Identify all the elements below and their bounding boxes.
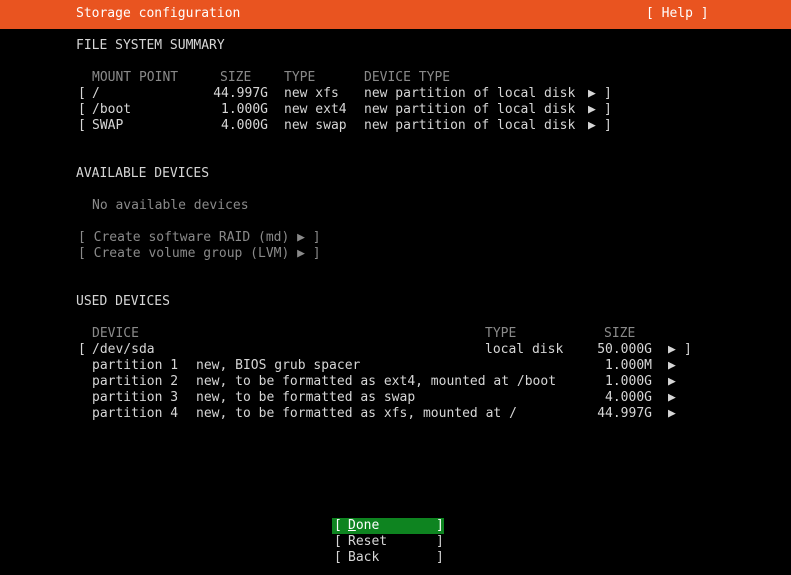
col-device-type: DEVICE TYPE bbox=[364, 70, 451, 85]
partition-size: 1.000M bbox=[605, 358, 652, 373]
col-size: SIZE bbox=[220, 70, 252, 85]
disk-menu-arrow-icon[interactable]: ▶ bbox=[668, 342, 676, 358]
reset-button[interactable]: [ Reset ] bbox=[332, 534, 444, 550]
partition-desc: new, to be formatted as swap bbox=[196, 390, 416, 405]
partition-desc: new, to be formatted as ext4, mounted at… bbox=[196, 374, 557, 389]
done-open-bracket: [ bbox=[334, 518, 342, 533]
row-close-bracket: ] bbox=[604, 86, 612, 101]
partition-desc: new, BIOS grub spacer bbox=[196, 358, 361, 373]
row-open-bracket: [ bbox=[78, 102, 86, 117]
row-close-bracket: ] bbox=[604, 118, 612, 133]
row-size: 4.000G bbox=[221, 118, 268, 133]
col-type: TYPE bbox=[284, 70, 316, 85]
page-title: Storage configuration bbox=[76, 6, 241, 21]
done-close-bracket: ] bbox=[436, 518, 444, 533]
row-open-bracket: [ bbox=[78, 118, 86, 133]
row-type: new swap bbox=[284, 118, 347, 133]
partition-menu-arrow-icon[interactable]: ▶ bbox=[668, 406, 676, 422]
partition-menu-arrow-icon[interactable]: ▶ bbox=[668, 390, 676, 406]
help-button[interactable]: [ Help ] bbox=[646, 6, 709, 22]
reset-open-bracket: [ bbox=[334, 534, 342, 549]
row-menu-arrow-icon[interactable]: ▶ bbox=[588, 86, 596, 102]
row-device-type: new partition of local disk bbox=[364, 118, 576, 133]
row-mount: SWAP bbox=[92, 118, 124, 133]
partition-name: partition 4 bbox=[92, 406, 179, 421]
partition-size: 4.000G bbox=[605, 390, 652, 405]
disk-close-bracket: ] bbox=[684, 342, 692, 357]
available-devices-heading: AVAILABLE DEVICES bbox=[76, 166, 210, 181]
partition-menu-arrow-icon[interactable]: ▶ bbox=[668, 358, 676, 374]
row-open-bracket: [ bbox=[78, 86, 86, 101]
disk-size: 50.000G bbox=[597, 342, 652, 357]
row-size: 44.997G bbox=[213, 86, 268, 101]
row-device-type: new partition of local disk bbox=[364, 86, 576, 101]
row-device-type: new partition of local disk bbox=[364, 102, 576, 117]
back-open-bracket: [ bbox=[334, 550, 342, 565]
done-button[interactable]: [ Done ] bbox=[332, 518, 444, 534]
create-raid-button[interactable]: [ Create software RAID (md) ▶ ] bbox=[78, 230, 321, 246]
col-device: DEVICE bbox=[92, 326, 139, 341]
done-label: one bbox=[355, 518, 380, 533]
partition-name: partition 1 bbox=[92, 358, 179, 373]
row-type: new ext4 bbox=[284, 102, 347, 117]
used-devices-heading: USED DEVICES bbox=[76, 294, 170, 309]
partition-name: partition 2 bbox=[92, 374, 179, 389]
partition-size: 44.997G bbox=[597, 406, 652, 421]
disk-open-bracket: [ bbox=[78, 342, 86, 357]
fs-summary-heading: FILE SYSTEM SUMMARY bbox=[76, 38, 225, 53]
row-mount: / bbox=[92, 86, 100, 101]
row-menu-arrow-icon[interactable]: ▶ bbox=[588, 102, 596, 118]
partition-desc: new, to be formatted as xfs, mounted at … bbox=[196, 406, 517, 421]
row-type: new xfs bbox=[284, 86, 339, 101]
col-mount-point: MOUNT POINT bbox=[92, 70, 179, 85]
row-menu-arrow-icon[interactable]: ▶ bbox=[588, 118, 596, 134]
create-lvm-button[interactable]: [ Create volume group (LVM) ▶ ] bbox=[78, 246, 321, 262]
row-close-bracket: ] bbox=[604, 102, 612, 117]
no-available-devices-text: No available devices bbox=[92, 198, 249, 213]
partition-menu-arrow-icon[interactable]: ▶ bbox=[668, 374, 676, 390]
back-button[interactable]: [ Back ] bbox=[332, 550, 444, 566]
disk-type: local disk bbox=[485, 342, 564, 357]
disk-device: /dev/sda bbox=[92, 342, 155, 357]
partition-name: partition 3 bbox=[92, 390, 179, 405]
col-device-size: SIZE bbox=[604, 326, 636, 341]
reset-label: Reset bbox=[348, 534, 388, 549]
done-hotkey: D bbox=[348, 518, 356, 533]
partition-size: 1.000G bbox=[605, 374, 652, 389]
back-close-bracket: ] bbox=[436, 550, 444, 565]
row-mount: /boot bbox=[92, 102, 132, 117]
col-device-type: TYPE bbox=[485, 326, 517, 341]
row-size: 1.000G bbox=[221, 102, 268, 117]
back-label: Back bbox=[348, 550, 380, 565]
header-bar: Storage configuration [ Help ] bbox=[0, 0, 791, 29]
reset-close-bracket: ] bbox=[436, 534, 444, 549]
